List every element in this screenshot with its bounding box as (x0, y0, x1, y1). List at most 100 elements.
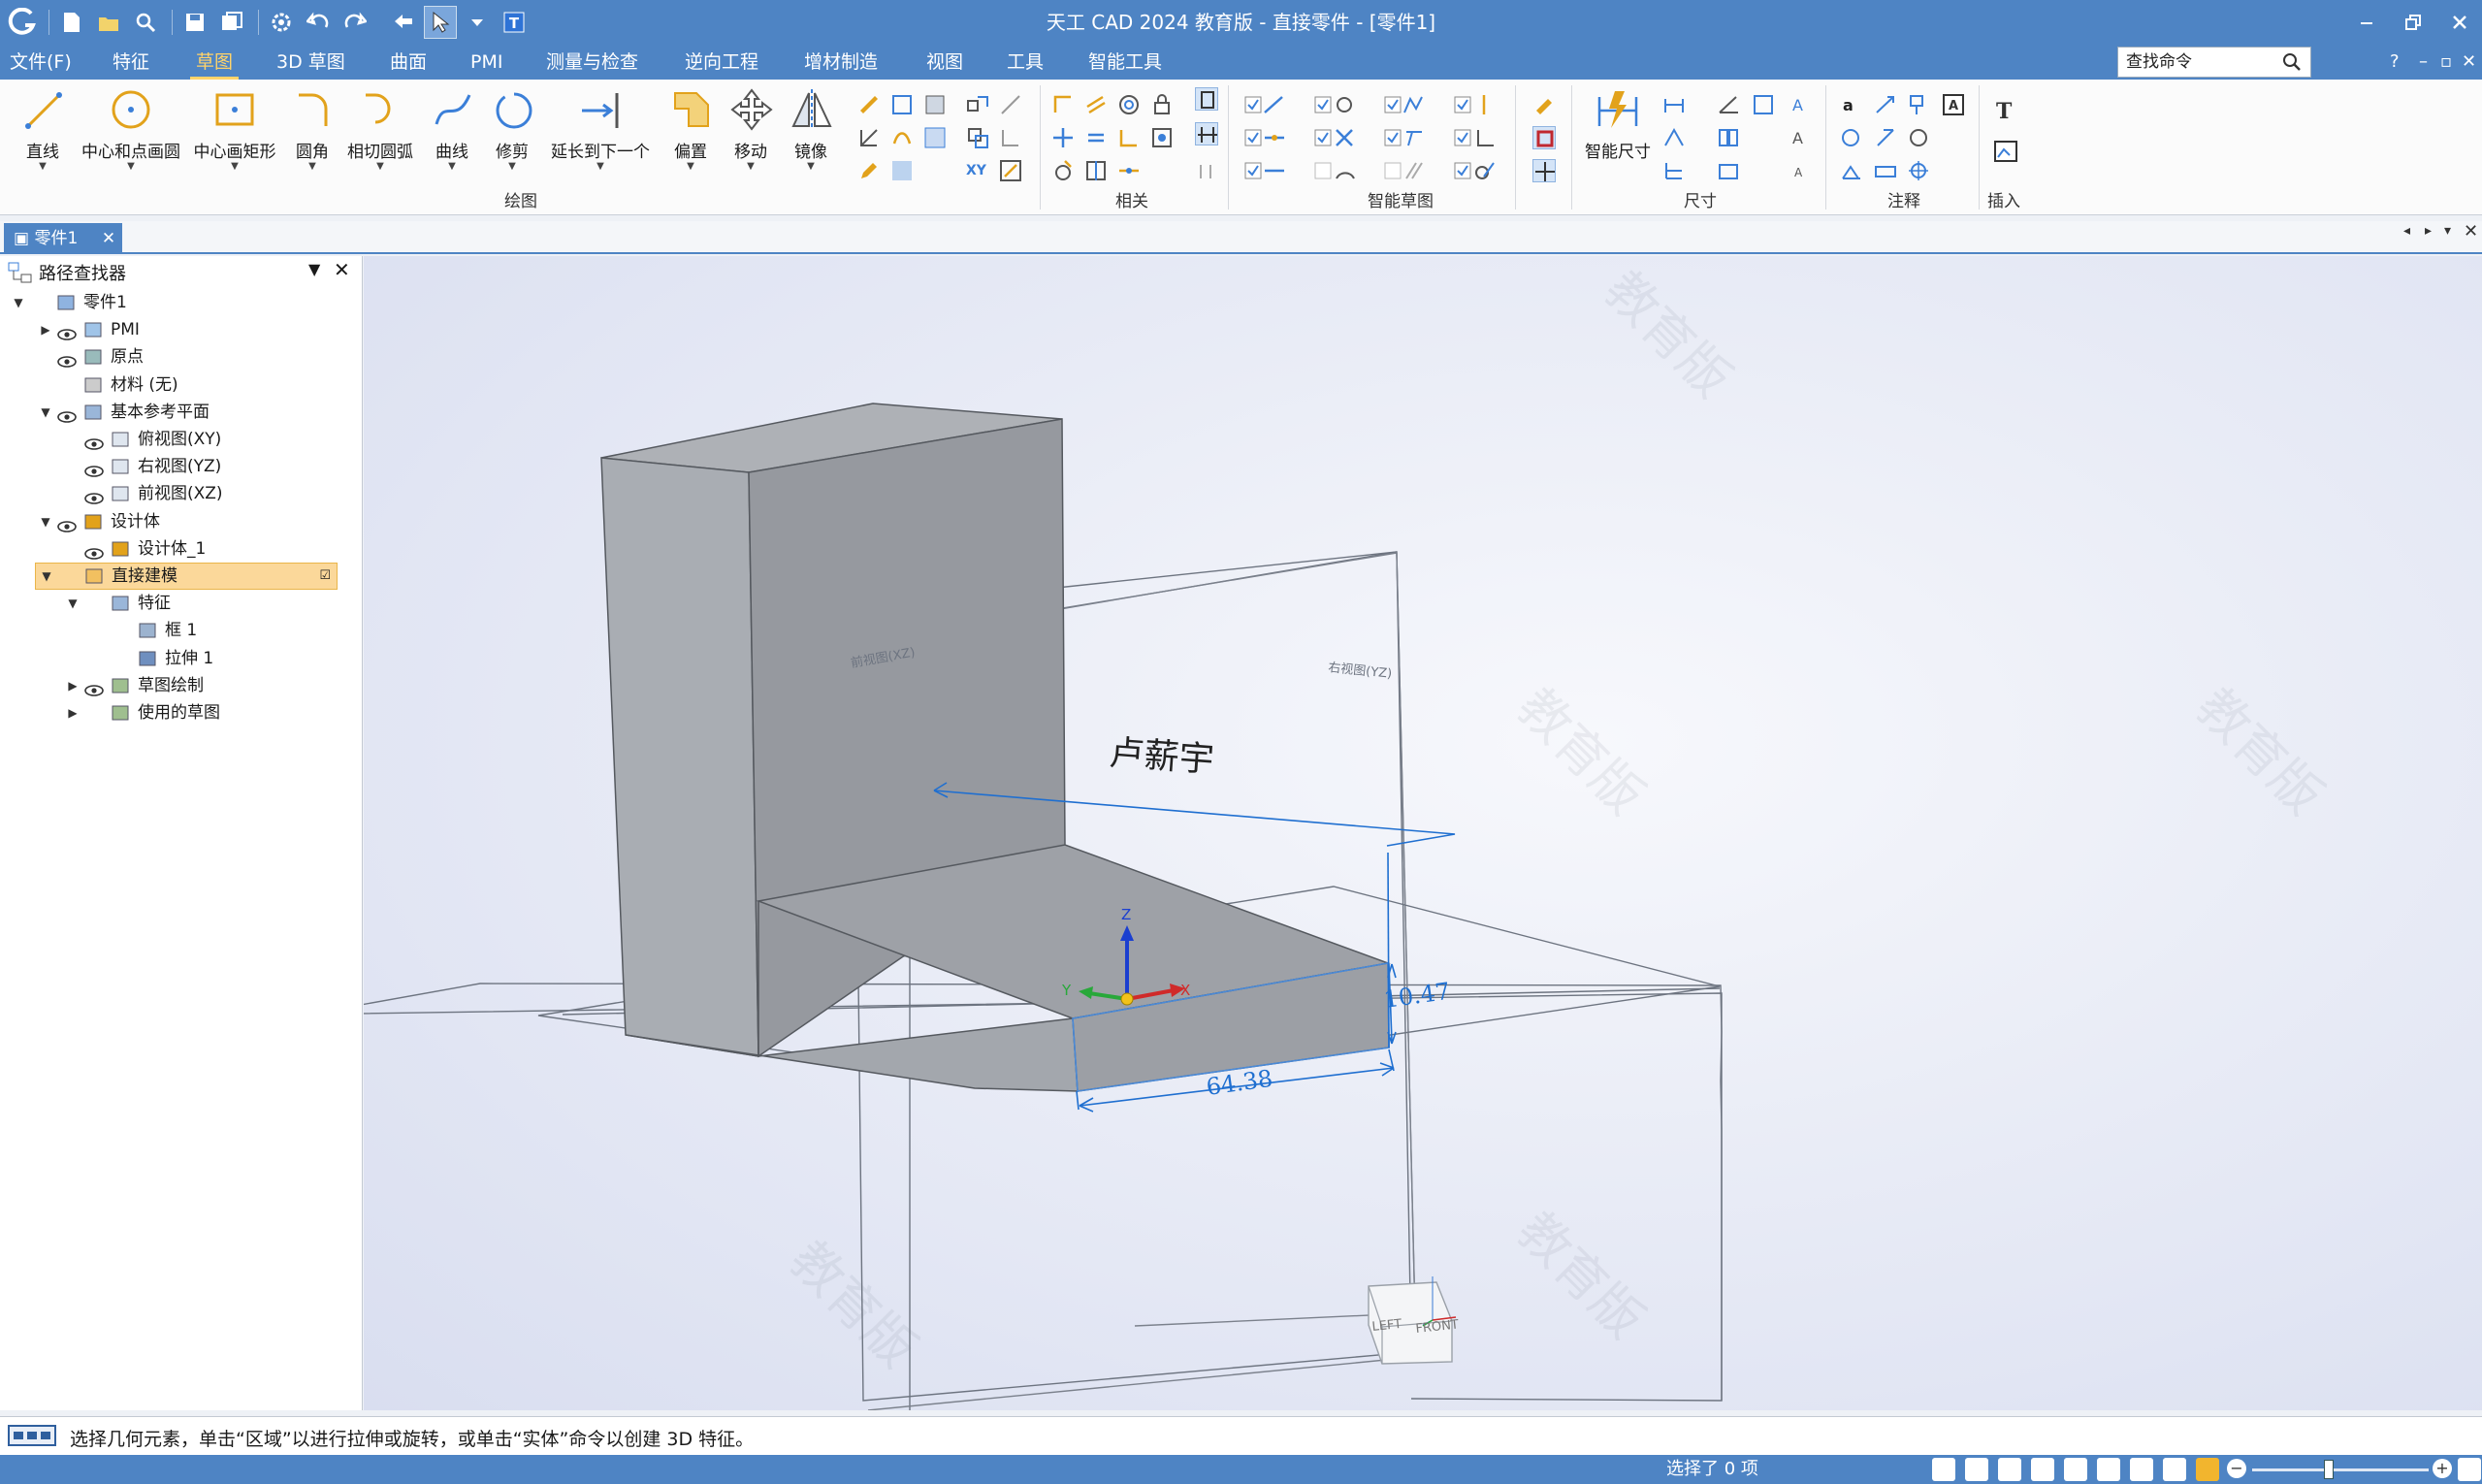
surface-texture-icon[interactable] (1839, 126, 1862, 149)
sketch-tool-1-icon[interactable] (857, 93, 881, 116)
tab-next-icon[interactable]: ▸ (2425, 223, 2432, 239)
intellisketch-check-9-icon[interactable] (1243, 159, 1284, 182)
tree-item[interactable]: ▼ 特征 (62, 590, 171, 617)
fit-view-icon[interactable] (2031, 1458, 2054, 1481)
doc-restore-icon[interactable]: ▫ (2440, 45, 2452, 80)
callout-icon[interactable]: a (1839, 93, 1862, 116)
tab-list-icon[interactable]: ▾ (2444, 223, 2451, 239)
zoom-area-icon[interactable] (1998, 1458, 2021, 1481)
zoom-out-icon[interactable]: − (2227, 1459, 2246, 1478)
intellisketch-check-4-icon[interactable] (1453, 93, 1486, 116)
restore-icon[interactable] (2388, 0, 2438, 45)
tree-item[interactable]: 设计体_1 (62, 535, 206, 563)
symmetric-relation-icon[interactable] (1084, 159, 1108, 182)
insert-image-icon[interactable] (1992, 138, 2019, 165)
save-icon[interactable] (178, 6, 211, 39)
maintain-relations-icon[interactable] (1195, 87, 1218, 111)
save-all-icon[interactable] (215, 6, 248, 39)
connect-relation-icon[interactable] (1051, 93, 1075, 116)
dim-symmetric-icon[interactable] (1662, 126, 1686, 149)
intellisketch-check-7-icon[interactable] (1383, 126, 1422, 149)
xy-coordinate-icon[interactable]: XY (966, 159, 989, 182)
text-style-icon[interactable]: A (1789, 93, 1812, 116)
curve-button[interactable]: 曲线 ▼ (431, 87, 473, 172)
sketch-view-icon[interactable] (1532, 126, 1556, 149)
view-tool-1-icon[interactable] (1932, 1458, 1955, 1481)
expand-closed-icon[interactable]: ▶ (35, 316, 56, 343)
settings-gear-icon[interactable] (265, 6, 298, 39)
intellisketch-check-3-icon[interactable] (1383, 93, 1423, 116)
menu-surface[interactable]: 曲面 (384, 45, 433, 80)
menu-smart-tools[interactable]: 智能工具 (1082, 45, 1168, 80)
prompt-bar-icon[interactable] (8, 1425, 56, 1451)
menu-3d-sketch[interactable]: 3D 草图 (271, 45, 351, 80)
intellisketch-check-11-icon[interactable] (1383, 159, 1423, 182)
height-dimension-value[interactable]: 10.47 (1382, 978, 1452, 1014)
sketch-tool-2-icon[interactable] (890, 93, 914, 116)
menu-pmi[interactable]: PMI (465, 45, 508, 80)
close-window-icon[interactable] (2434, 0, 2482, 45)
menu-sketch[interactable]: 草图 (190, 45, 240, 80)
annotation-text[interactable]: 卢薪宇 (1108, 733, 1215, 780)
datum-frame-icon[interactable] (1907, 126, 1930, 149)
tree-item[interactable]: ▼ 零件1 (8, 289, 126, 316)
new-file-icon[interactable] (55, 6, 88, 39)
extend-button[interactable]: 延长到下一个 ▼ (547, 87, 654, 172)
expand-open-icon[interactable]: ▼ (35, 508, 56, 535)
rigid-set-icon[interactable] (1150, 126, 1174, 149)
minimize-icon[interactable] (2341, 0, 2392, 45)
tangent-relation-icon[interactable] (1117, 126, 1141, 149)
sketch-tool-3-icon[interactable] (923, 93, 947, 116)
midpoint-relation-icon[interactable] (1117, 159, 1141, 182)
visibility-eye-icon[interactable] (83, 679, 105, 696)
sketch-tool-4-icon[interactable] (857, 126, 881, 149)
expand-open-icon[interactable]: ▼ (35, 399, 56, 426)
parallel-relation-icon[interactable] (1084, 93, 1108, 116)
sketch-tool-7-icon[interactable] (966, 93, 989, 116)
visibility-eye-icon[interactable] (56, 515, 78, 532)
menu-view[interactable]: 视图 (920, 45, 969, 80)
doc-close-icon[interactable]: ✕ (2462, 45, 2476, 80)
menu-tools[interactable]: 工具 (1001, 45, 1049, 80)
tree-item[interactable]: 前视图(XZ) (62, 480, 223, 507)
intellisketch-check-10-icon[interactable] (1313, 159, 1355, 182)
menu-additive[interactable]: 增材制造 (798, 45, 884, 80)
dim-chain-icon[interactable] (1717, 126, 1740, 149)
center-rect-button[interactable]: 中心画矩形 ▼ (190, 87, 279, 172)
dim-table-icon[interactable] (1717, 159, 1740, 182)
sketch-tool-6-icon[interactable] (923, 126, 947, 149)
menu-features[interactable]: 特征 (107, 45, 155, 80)
sketch-origin-icon[interactable] (1532, 159, 1556, 182)
help-button[interactable]: ? (2390, 45, 2400, 80)
weld-symbol-icon[interactable] (1874, 126, 1897, 149)
graphics-viewport[interactable]: 教育版 教育版 教育版 教育版 教育版 10.47 64.38 前视图(XZ) … (364, 256, 2482, 1410)
tree-item[interactable]: ▼ 设计体 (35, 508, 160, 535)
close-panel-icon[interactable]: ✕ (334, 258, 350, 281)
visibility-eye-icon[interactable] (83, 433, 105, 450)
center-circle-button[interactable]: 中心和点画圆 ▼ (74, 87, 188, 172)
fillet-button[interactable]: 圆角 ▼ (291, 87, 334, 172)
app-logo-icon[interactable] (6, 6, 39, 39)
tree-item[interactable]: 原点 (35, 343, 144, 371)
visibility-eye-icon[interactable] (83, 487, 105, 505)
visibility-eye-icon[interactable] (83, 542, 105, 560)
rotate-icon[interactable] (2097, 1458, 2120, 1481)
tree-item[interactable]: 右视图(YZ) (62, 453, 221, 480)
zoom-slider-track[interactable] (2252, 1468, 2429, 1471)
tree-item[interactable]: 框 1 (89, 617, 197, 644)
text-larger-icon[interactable]: A (1789, 126, 1812, 149)
datum-target-icon[interactable] (1907, 159, 1930, 182)
view-tool-2-icon[interactable] (1965, 1458, 1988, 1481)
tree-item[interactable]: ▶ PMI (35, 316, 140, 343)
pan-icon[interactable] (2064, 1458, 2087, 1481)
visibility-eye-icon[interactable] (56, 405, 78, 423)
text-tool-icon[interactable]: T (498, 6, 531, 39)
zoom-in-icon[interactable]: + (2433, 1459, 2452, 1478)
shading-icon[interactable] (2163, 1458, 2186, 1481)
pencil-icon[interactable] (857, 159, 881, 182)
select-tool-icon[interactable] (424, 6, 457, 39)
search-icon[interactable] (2274, 48, 2309, 77)
menu-file[interactable]: 文件(F) (4, 45, 78, 80)
close-tab-icon[interactable]: ✕ (99, 223, 118, 254)
menu-measure-inspect[interactable]: 测量与检查 (540, 45, 644, 80)
